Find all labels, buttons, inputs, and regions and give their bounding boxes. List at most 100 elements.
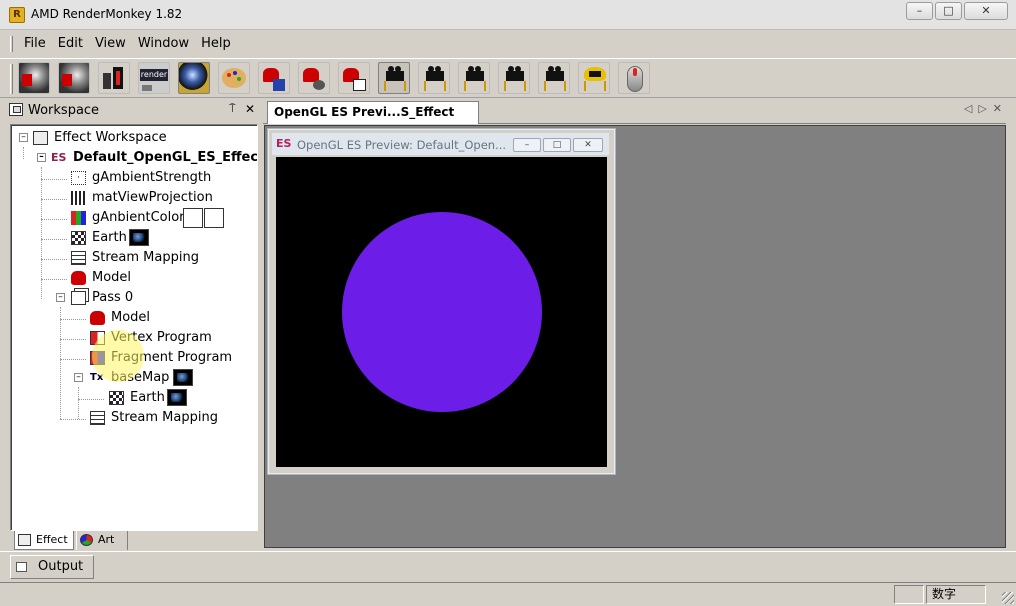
texture-ref-icon [109, 391, 124, 405]
pin-icon[interactable]: ⍑ [229, 102, 236, 116]
output-icon [16, 562, 27, 572]
color-swatch[interactable] [183, 208, 203, 228]
window-title: AMD RenderMonkey 1.82 [31, 7, 183, 21]
preview-title: OpenGL ES Preview: Default_Open... [297, 138, 507, 152]
preview-close-button[interactable]: ✕ [573, 138, 603, 152]
commit-icon[interactable] [338, 62, 370, 94]
add-effect-icon[interactable] [98, 62, 130, 94]
tree-item-gambientcolor[interactable]: gAnbientColor [11, 208, 251, 228]
tree-item-label: Stream Mapping [111, 410, 218, 425]
tree-item-label: gAmbientStrength [92, 170, 212, 185]
tab-effect[interactable]: Effect [14, 531, 74, 550]
workspace-icon [9, 103, 23, 116]
window-controls: – □ ✕ [906, 2, 1008, 20]
tree-item-label: Earth [92, 230, 127, 245]
workspace-header: Workspace ⍑ ✕ [5, 101, 258, 120]
collapse-icon[interactable]: – [74, 373, 83, 382]
earth-thumbnail [129, 229, 149, 246]
collapse-icon[interactable]: – [56, 293, 65, 302]
preview-title-bar[interactable]: ES OpenGL ES Preview: Default_Open... – … [272, 133, 609, 155]
collapse-icon[interactable]: – [37, 153, 46, 162]
tree-item-label: Model [111, 310, 151, 325]
texture-icon [71, 231, 86, 245]
tab-label: Effect [36, 533, 68, 546]
tree-item-pass-stream-mapping[interactable]: Stream Mapping [11, 408, 251, 428]
tree-item-pass-model[interactable]: Model [11, 308, 251, 328]
close-button[interactable]: ✕ [964, 2, 1008, 20]
minimize-button[interactable]: – [906, 2, 933, 20]
new-workspace-icon[interactable] [18, 62, 50, 94]
opengl-es-preview-window: ES OpenGL ES Preview: Default_Open... – … [267, 128, 616, 475]
preview-maximize-button[interactable]: □ [543, 138, 571, 152]
tree-item-label: Model [92, 270, 132, 285]
render-view-icon[interactable]: render [138, 62, 170, 94]
workspace-title: Workspace [28, 103, 100, 118]
camera-front-icon[interactable] [458, 62, 490, 94]
effect-tab-icon [18, 534, 31, 546]
scroll-left-icon[interactable]: ◁ [964, 102, 972, 115]
stream-mapping-icon [90, 411, 105, 425]
earth-ref-thumbnail [167, 389, 187, 406]
preview-minimize-button[interactable]: – [513, 138, 541, 152]
workspace-close-icon[interactable]: ✕ [245, 102, 255, 116]
tree-item-pass-0[interactable]: – Pass 0 [11, 288, 251, 308]
tree-item-stream-mapping[interactable]: Stream Mapping [11, 248, 251, 268]
tree-item-default-effect[interactable]: – ES Default_OpenGL_ES_Effect [11, 148, 257, 168]
camera-reset-icon[interactable] [418, 62, 450, 94]
status-indicator-empty [894, 585, 924, 604]
menubar-grip[interactable] [10, 36, 13, 52]
output-tab[interactable]: Output [10, 555, 94, 579]
tree-item-matviewprojection[interactable]: matViewProjection [11, 188, 251, 208]
matrix-variable-icon [71, 191, 86, 205]
render-viewport[interactable] [276, 157, 607, 467]
scalar-variable-icon: · [71, 171, 86, 185]
model-ref-icon [90, 311, 105, 325]
document-tabbar: OpenGL ES Previ...S_Effect effect ◁ ▷ ✕ [263, 99, 1006, 139]
workspace-tabs: Effect Art [10, 531, 258, 551]
status-bar: 数字 [0, 582, 1016, 606]
maximize-button[interactable]: □ [935, 2, 962, 20]
menu-window[interactable]: Window [132, 36, 195, 52]
tree-item-label: Effect Workspace [54, 130, 167, 145]
es-effect-icon: ES [51, 151, 67, 164]
tree-item-gambientstrength[interactable]: · gAmbientStrength [11, 168, 251, 188]
camera-side-icon[interactable] [498, 62, 530, 94]
menu-view[interactable]: View [89, 36, 132, 52]
tree-item-label: Default_OpenGL_ES_Effect [73, 150, 258, 165]
tree-item-model[interactable]: Model [11, 268, 251, 288]
tab-opengl-es-preview[interactable]: OpenGL ES Previ...S_Effect effect [267, 101, 479, 139]
preview-sphere-icon[interactable] [178, 62, 210, 94]
camera-icon[interactable] [378, 62, 410, 94]
tree-item-basemap-earth[interactable]: Earth [11, 388, 251, 408]
menu-edit[interactable]: Edit [52, 36, 89, 52]
stream-mapping-icon [71, 251, 86, 265]
compile-all-icon[interactable] [298, 62, 330, 94]
close-document-icon[interactable]: ✕ [993, 102, 1002, 115]
camera-overload-icon[interactable] [578, 62, 610, 94]
pass-icon [71, 291, 86, 305]
toolbar-grip[interactable] [10, 64, 13, 94]
es-icon: ES [276, 137, 292, 150]
tree-item-label: gAnbientColor [92, 210, 185, 225]
art-palette-icon[interactable] [218, 62, 250, 94]
tab-art[interactable]: Art [76, 531, 128, 550]
menu-file[interactable]: File [18, 36, 52, 52]
color-swatch[interactable] [204, 208, 224, 228]
tree-item-effect-workspace[interactable]: – Effect Workspace [11, 128, 251, 148]
tree-item-label: matViewProjection [92, 190, 213, 205]
output-label: Output [38, 559, 84, 574]
camera-top-icon[interactable] [538, 62, 570, 94]
tab-label: Art [98, 533, 115, 546]
collapse-icon[interactable]: – [19, 133, 28, 142]
compile-icon[interactable] [258, 62, 290, 94]
tree-item-label: Pass 0 [92, 290, 134, 305]
mouse-icon[interactable] [618, 62, 650, 94]
workspace-icon [33, 131, 48, 145]
menu-help[interactable]: Help [195, 36, 237, 52]
tree-item-earth-texture[interactable]: Earth [11, 228, 251, 248]
resize-grip-icon[interactable] [1002, 592, 1014, 604]
scroll-right-icon[interactable]: ▷ [978, 102, 986, 115]
workspace-tree[interactable]: – Effect Workspace – ES Default_OpenGL_E… [10, 124, 258, 531]
open-workspace-icon[interactable] [58, 62, 90, 94]
tree-item-label: Stream Mapping [92, 250, 199, 265]
